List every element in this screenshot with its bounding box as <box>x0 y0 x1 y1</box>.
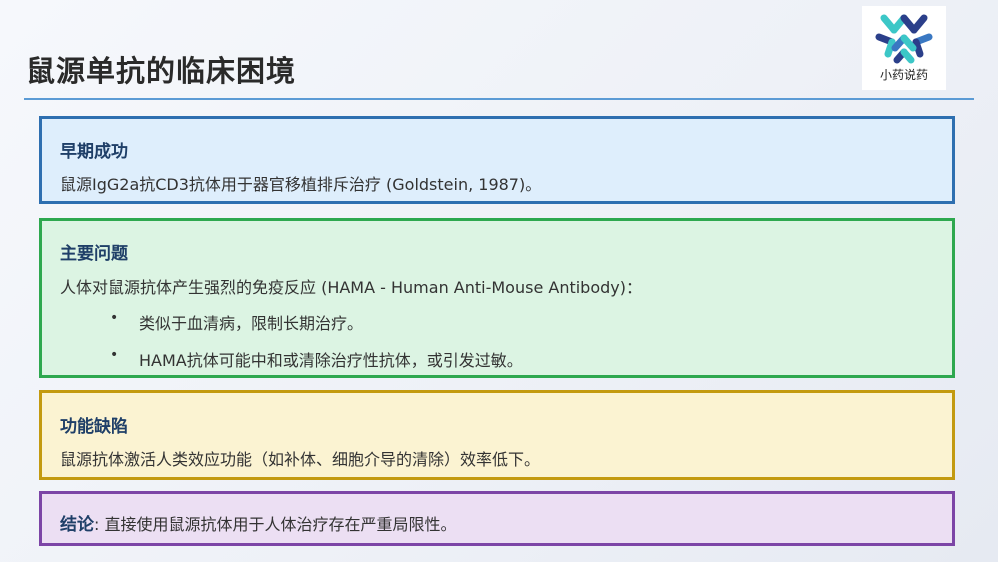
main-problem-bullet-list: • 类似于血清病，限制长期治疗。 • HAMA抗体可能中和或清除治疗性抗体，或引… <box>60 310 934 371</box>
early-success-text: 鼠源IgG2a抗CD3抗体用于器官移植排斥治疗 (Goldstein, 1987… <box>60 175 542 194</box>
slide-title: 鼠源单抗的临床困境 <box>26 54 297 88</box>
main-problem-heading: 主要问题 <box>60 244 128 264</box>
conclusion-line: 结论: 直接使用鼠源抗体用于人体治疗存在严重局限性。 <box>60 510 934 535</box>
brand-logo: 小药说药 <box>862 6 946 90</box>
list-item: • HAMA抗体可能中和或清除治疗性抗体，或引发过敏。 <box>60 347 934 371</box>
bullet-dot-icon: • <box>110 310 119 326</box>
conclusion-separator: : <box>94 515 105 534</box>
main-problem-text: 人体对鼠源抗体产生强烈的免疫反应 (HAMA - Human Anti-Mous… <box>60 278 642 297</box>
conclusion-label: 结论 <box>60 515 94 535</box>
functional-defect-heading: 功能缺陷 <box>60 417 128 437</box>
functional-defect-text: 鼠源抗体激活人类效应功能（如补体、细胞介导的清除）效率低下。 <box>60 450 541 469</box>
conclusion-card: 结论: 直接使用鼠源抗体用于人体治疗存在严重局限性。 <box>39 491 955 546</box>
early-success-heading: 早期成功 <box>60 142 128 162</box>
conclusion-text: 直接使用鼠源抗体用于人体治疗存在严重局限性。 <box>104 515 457 534</box>
bullet-text: HAMA抗体可能中和或清除治疗性抗体，或引发过敏。 <box>139 351 523 370</box>
bullet-text: 类似于血清病，限制长期治疗。 <box>139 314 364 333</box>
list-item: • 类似于血清病，限制长期治疗。 <box>60 310 934 334</box>
main-problem-card: 主要问题 人体对鼠源抗体产生强烈的免疫反应 (HAMA - Human Anti… <box>39 218 955 378</box>
bullet-dot-icon: • <box>110 347 119 363</box>
antibody-logo-icon <box>875 14 933 64</box>
functional-defect-card: 功能缺陷 鼠源抗体激活人类效应功能（如补体、细胞介导的清除）效率低下。 <box>39 390 955 480</box>
logo-text: 小药说药 <box>879 68 928 82</box>
early-success-card: 早期成功 鼠源IgG2a抗CD3抗体用于器官移植排斥治疗 (Goldstein,… <box>39 116 955 204</box>
title-divider <box>24 98 974 100</box>
